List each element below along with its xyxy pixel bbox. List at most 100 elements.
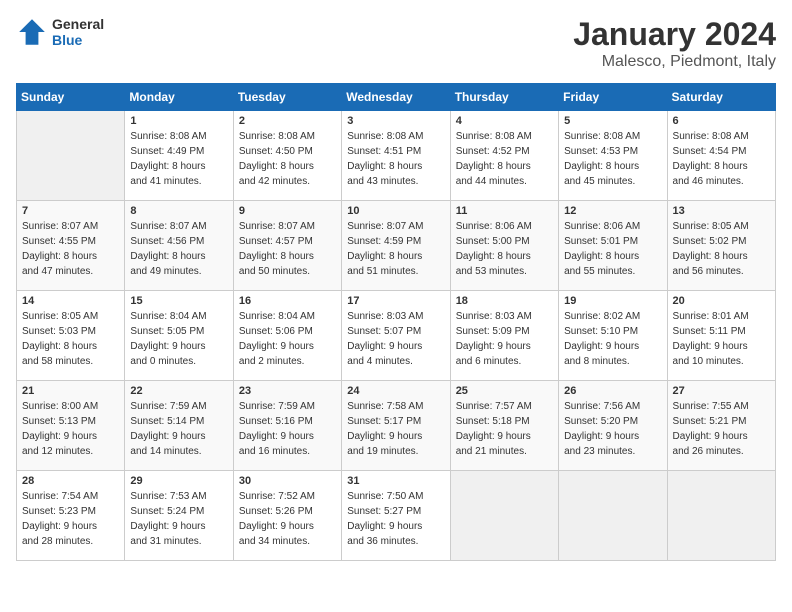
- calendar-cell: [17, 111, 125, 201]
- logo-text: General Blue: [52, 16, 104, 48]
- day-number: 23: [239, 385, 336, 397]
- calendar-cell: 13 Sunrise: 8:05 AMSunset: 5:02 PMDayligh…: [667, 201, 775, 291]
- calendar-cell: 9 Sunrise: 8:07 AMSunset: 4:57 PMDaylight…: [233, 201, 341, 291]
- day-info: Sunrise: 8:08 AMSunset: 4:53 PMDaylight:…: [564, 129, 661, 189]
- calendar-cell: 10Sunrise: 8:07 AMSunset: 4:59 PMDayligh…: [342, 201, 450, 291]
- calendar-cell: 28Sunrise: 7:54 AMSunset: 5:23 PMDayligh…: [17, 471, 125, 561]
- day-number: 26: [564, 385, 661, 397]
- calendar-cell: [667, 471, 775, 561]
- day-number: 3: [347, 115, 444, 127]
- day-info: Sunrise: 8:08 AMSunset: 4:54 PMDaylight:…: [673, 129, 770, 189]
- day-number: 12: [564, 205, 661, 217]
- day-number: 9: [239, 205, 336, 217]
- header-day-thursday: Thursday: [450, 84, 558, 111]
- day-number: 2: [239, 115, 336, 127]
- week-row-5: 28Sunrise: 7:54 AMSunset: 5:23 PMDayligh…: [17, 471, 776, 561]
- week-row-3: 14Sunrise: 8:05 AMSunset: 5:03 PMDayligh…: [17, 291, 776, 381]
- day-info: Sunrise: 8:07 AMSunset: 4:55 PMDaylight:…: [22, 219, 119, 279]
- calendar-cell: [450, 471, 558, 561]
- week-row-4: 21Sunrise: 8:00 AMSunset: 5:13 PMDayligh…: [17, 381, 776, 471]
- week-row-2: 7 Sunrise: 8:07 AMSunset: 4:55 PMDaylight…: [17, 201, 776, 291]
- day-info: Sunrise: 8:07 AMSunset: 4:57 PMDaylight:…: [239, 219, 336, 279]
- day-info: Sunrise: 8:05 AMSunset: 5:02 PMDaylight:…: [673, 219, 770, 279]
- calendar-cell: [559, 471, 667, 561]
- calendar-cell: 31 Sunrise: 7:50 AMSunset: 5:27 PMDayligh…: [342, 471, 450, 561]
- day-info: Sunrise: 7:55 AMSunset: 5:21 PMDaylight:…: [673, 399, 770, 459]
- day-info: Sunrise: 7:53 AMSunset: 5:24 PMDaylight:…: [130, 489, 227, 549]
- day-info: Sunrise: 7:50 AMSunset: 5:27 PMDaylight:…: [347, 489, 444, 549]
- day-number: 11: [456, 205, 553, 217]
- header-day-saturday: Saturday: [667, 84, 775, 111]
- header-day-friday: Friday: [559, 84, 667, 111]
- day-info: Sunrise: 8:04 AMSunset: 5:06 PMDaylight:…: [239, 309, 336, 369]
- day-number: 6: [673, 115, 770, 127]
- calendar-cell: 24 Sunrise: 7:58 AMSunset: 5:17 PMDayligh…: [342, 381, 450, 471]
- header-row: SundayMondayTuesdayWednesdayThursdayFrid…: [17, 84, 776, 111]
- day-number: 19: [564, 295, 661, 307]
- day-number: 1: [130, 115, 227, 127]
- day-info: Sunrise: 8:03 AMSunset: 5:07 PMDaylight:…: [347, 309, 444, 369]
- calendar-cell: 20 Sunrise: 8:01 AMSunset: 5:11 PMDayligh…: [667, 291, 775, 381]
- day-number: 31: [347, 475, 444, 487]
- calendar-cell: 6 Sunrise: 8:08 AMSunset: 4:54 PMDaylight…: [667, 111, 775, 201]
- day-info: Sunrise: 8:01 AMSunset: 5:11 PMDaylight:…: [673, 309, 770, 369]
- day-info: Sunrise: 7:59 AMSunset: 5:16 PMDaylight:…: [239, 399, 336, 459]
- day-info: Sunrise: 8:07 AMSunset: 4:56 PMDaylight:…: [130, 219, 227, 279]
- day-number: 10: [347, 205, 444, 217]
- day-number: 7: [22, 205, 119, 217]
- title-block: January 2024 Malesco, Piedmont, Italy: [573, 16, 776, 71]
- calendar-table: SundayMondayTuesdayWednesdayThursdayFrid…: [16, 83, 776, 561]
- header-day-tuesday: Tuesday: [233, 84, 341, 111]
- calendar-cell: 21Sunrise: 8:00 AMSunset: 5:13 PMDayligh…: [17, 381, 125, 471]
- calendar-cell: 26 Sunrise: 7:56 AMSunset: 5:20 PMDayligh…: [559, 381, 667, 471]
- logo-general: General: [52, 16, 104, 32]
- day-number: 24: [347, 385, 444, 397]
- calendar-cell: 23 Sunrise: 7:59 AMSunset: 5:16 PMDayligh…: [233, 381, 341, 471]
- calendar-cell: 11 Sunrise: 8:06 AMSunset: 5:00 PMDayligh…: [450, 201, 558, 291]
- calendar-body: 1Sunrise: 8:08 AMSunset: 4:49 PMDaylight…: [17, 111, 776, 561]
- calendar-cell: 15 Sunrise: 8:04 AMSunset: 5:05 PMDayligh…: [125, 291, 233, 381]
- day-info: Sunrise: 8:05 AMSunset: 5:03 PMDaylight:…: [22, 309, 119, 369]
- day-number: 25: [456, 385, 553, 397]
- day-number: 4: [456, 115, 553, 127]
- subtitle: Malesco, Piedmont, Italy: [573, 53, 776, 71]
- day-number: 20: [673, 295, 770, 307]
- calendar-cell: 5Sunrise: 8:08 AMSunset: 4:53 PMDaylight…: [559, 111, 667, 201]
- day-number: 16: [239, 295, 336, 307]
- logo-icon: [16, 16, 48, 48]
- calendar-cell: 25Sunrise: 7:57 AMSunset: 5:18 PMDayligh…: [450, 381, 558, 471]
- calendar-cell: 27Sunrise: 7:55 AMSunset: 5:21 PMDayligh…: [667, 381, 775, 471]
- logo-blue: Blue: [52, 32, 104, 48]
- day-info: Sunrise: 8:04 AMSunset: 5:05 PMDaylight:…: [130, 309, 227, 369]
- day-number: 17: [347, 295, 444, 307]
- day-info: Sunrise: 7:58 AMSunset: 5:17 PMDaylight:…: [347, 399, 444, 459]
- calendar-cell: 18Sunrise: 8:03 AMSunset: 5:09 PMDayligh…: [450, 291, 558, 381]
- calendar-cell: 12 Sunrise: 8:06 AMSunset: 5:01 PMDayligh…: [559, 201, 667, 291]
- logo: General Blue: [16, 16, 104, 48]
- calendar-cell: 29 Sunrise: 7:53 AMSunset: 5:24 PMDayligh…: [125, 471, 233, 561]
- day-info: Sunrise: 7:56 AMSunset: 5:20 PMDaylight:…: [564, 399, 661, 459]
- day-info: Sunrise: 7:52 AMSunset: 5:26 PMDaylight:…: [239, 489, 336, 549]
- day-info: Sunrise: 8:06 AMSunset: 5:00 PMDaylight:…: [456, 219, 553, 279]
- day-info: Sunrise: 8:08 AMSunset: 4:50 PMDaylight:…: [239, 129, 336, 189]
- week-row-1: 1Sunrise: 8:08 AMSunset: 4:49 PMDaylight…: [17, 111, 776, 201]
- day-number: 13: [673, 205, 770, 217]
- day-number: 29: [130, 475, 227, 487]
- day-info: Sunrise: 8:00 AMSunset: 5:13 PMDaylight:…: [22, 399, 119, 459]
- day-info: Sunrise: 8:02 AMSunset: 5:10 PMDaylight:…: [564, 309, 661, 369]
- day-number: 22: [130, 385, 227, 397]
- calendar-cell: 7 Sunrise: 8:07 AMSunset: 4:55 PMDaylight…: [17, 201, 125, 291]
- calendar-cell: 1Sunrise: 8:08 AMSunset: 4:49 PMDaylight…: [125, 111, 233, 201]
- calendar-cell: 14Sunrise: 8:05 AMSunset: 5:03 PMDayligh…: [17, 291, 125, 381]
- calendar-cell: 30Sunrise: 7:52 AMSunset: 5:26 PMDayligh…: [233, 471, 341, 561]
- calendar-cell: 4 Sunrise: 8:08 AMSunset: 4:52 PMDaylight…: [450, 111, 558, 201]
- day-info: Sunrise: 8:08 AMSunset: 4:52 PMDaylight:…: [456, 129, 553, 189]
- day-number: 15: [130, 295, 227, 307]
- calendar-cell: 17 Sunrise: 8:03 AMSunset: 5:07 PMDayligh…: [342, 291, 450, 381]
- main-title: January 2024: [573, 16, 776, 53]
- calendar-cell: 19 Sunrise: 8:02 AMSunset: 5:10 PMDayligh…: [559, 291, 667, 381]
- day-info: Sunrise: 8:06 AMSunset: 5:01 PMDaylight:…: [564, 219, 661, 279]
- day-info: Sunrise: 8:08 AMSunset: 4:51 PMDaylight:…: [347, 129, 444, 189]
- page-header: General Blue January 2024 Malesco, Piedm…: [16, 16, 776, 71]
- calendar-cell: 2 Sunrise: 8:08 AMSunset: 4:50 PMDaylight…: [233, 111, 341, 201]
